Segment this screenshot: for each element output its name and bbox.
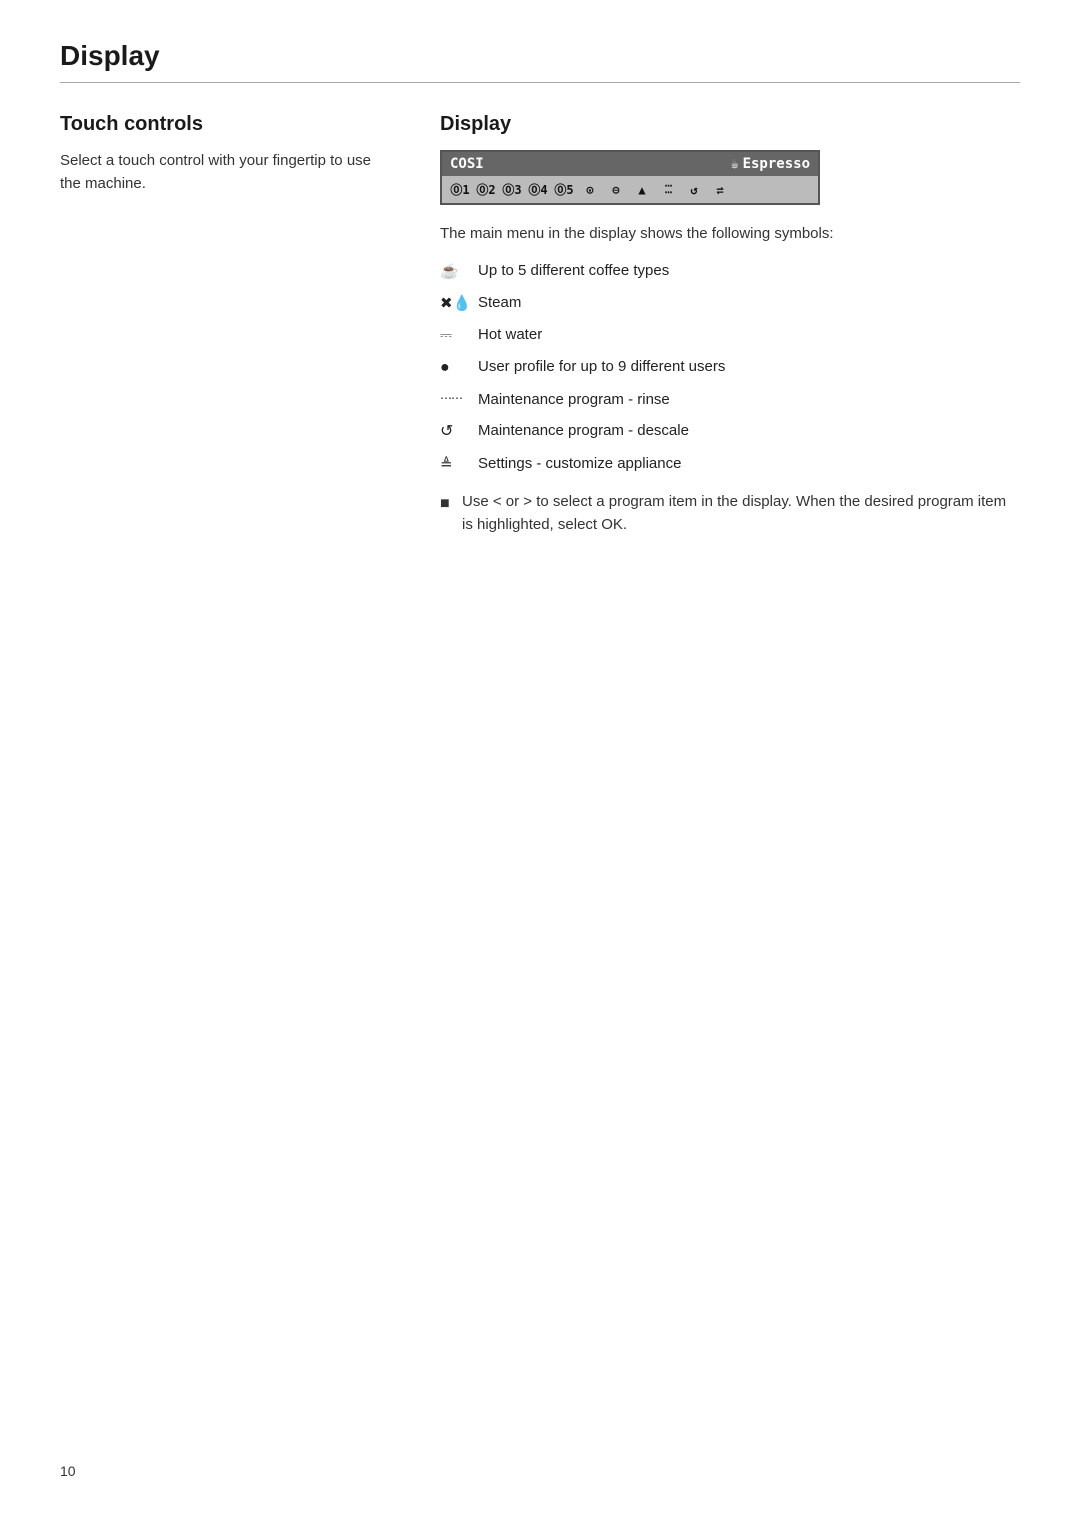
hotwater-icon: ⎓ (440, 325, 478, 346)
main-menu-description: The main menu in the display shows the f… (440, 223, 1020, 246)
display-section: Display COSI ☕ Espresso ⓪1 ⓪2 ⓪3 ⓪4 ⓪5 ⊙… (440, 113, 1020, 536)
descale-text: Maintenance program - descale (478, 420, 1020, 441)
coffee-types-text: Up to 5 different coffee types (478, 260, 1020, 281)
note-block: ■ Use < or > to select a program item in… (440, 491, 1020, 536)
settings-text: Settings - customize appliance (478, 453, 1020, 474)
note-text: Use < or > to select a program item in t… (462, 491, 1020, 536)
steam-text: Steam (478, 292, 1020, 313)
main-content: Touch controls Select a touch control wi… (60, 113, 1020, 536)
symbol-item-user: ● User profile for up to 9 different use… (440, 356, 1020, 379)
disp-icon-steam: ⊙ (580, 183, 600, 197)
disp-icon-user: ▲ (632, 183, 652, 197)
display-title: Display (440, 113, 1020, 136)
user-profile-text: User profile for up to 9 different users (478, 356, 1020, 377)
symbol-item-settings: ≜ Settings - customize appliance (440, 453, 1020, 475)
disp-icon-rinse: ⁚⁚⁚ (658, 183, 678, 196)
display-espresso-label: ☕ Espresso (731, 156, 810, 172)
espresso-text: Espresso (743, 156, 810, 172)
steam-icon: ✖💧 (440, 293, 478, 314)
disp-icon-4: ⓪4 (528, 181, 548, 198)
disp-icon-descale: ↺ (684, 183, 704, 197)
disp-icon-2: ⓪2 (476, 181, 496, 198)
disp-icon-5: ⓪5 (554, 181, 574, 198)
page-title: Display (60, 40, 1020, 72)
disp-icon-1: ⓪1 (450, 181, 470, 198)
disp-icon-3: ⓪3 (502, 181, 522, 198)
symbol-item-steam: ✖💧 Steam (440, 292, 1020, 314)
display-panel: COSI ☕ Espresso ⓪1 ⓪2 ⓪3 ⓪4 ⓪5 ⊙ ⊖ ▲ ⁚⁚⁚… (440, 150, 820, 205)
settings-icon: ≜ (440, 454, 478, 475)
disp-icon-settings: ⇌ (710, 183, 730, 197)
disp-icon-hotwater: ⊖ (606, 183, 626, 197)
symbol-item-descale: ↺ Maintenance program - descale (440, 420, 1020, 443)
hotwater-text: Hot water (478, 324, 1020, 345)
touch-controls-description: Select a touch control with your fingert… (60, 150, 380, 195)
rinse-icon: ⋯⋯ (440, 390, 478, 407)
rinse-text: Maintenance program - rinse (478, 389, 1020, 410)
symbol-item-hotwater: ⎓ Hot water (440, 324, 1020, 346)
symbol-item-coffee: ☕ Up to 5 different coffee types (440, 260, 1020, 282)
descale-icon: ↺ (440, 421, 478, 443)
note-bullet-icon: ■ (440, 492, 454, 516)
page-number: 10 (60, 1463, 76, 1479)
user-icon: ● (440, 357, 478, 379)
symbol-list: ☕ Up to 5 different coffee types ✖💧 Stea… (440, 260, 1020, 476)
touch-controls-section: Touch controls Select a touch control wi… (60, 113, 380, 536)
display-row-2: ⓪1 ⓪2 ⓪3 ⓪4 ⓪5 ⊙ ⊖ ▲ ⁚⁚⁚ ↺ ⇌ (442, 176, 818, 203)
coffee-types-icon: ☕ (440, 261, 478, 282)
display-cosi-label: COSI (450, 156, 484, 172)
section-divider (60, 82, 1020, 83)
display-row-1: COSI ☕ Espresso (442, 152, 818, 176)
touch-controls-title: Touch controls (60, 113, 380, 136)
espresso-cup-icon: ☕ (731, 157, 739, 172)
symbol-item-rinse: ⋯⋯ Maintenance program - rinse (440, 389, 1020, 410)
